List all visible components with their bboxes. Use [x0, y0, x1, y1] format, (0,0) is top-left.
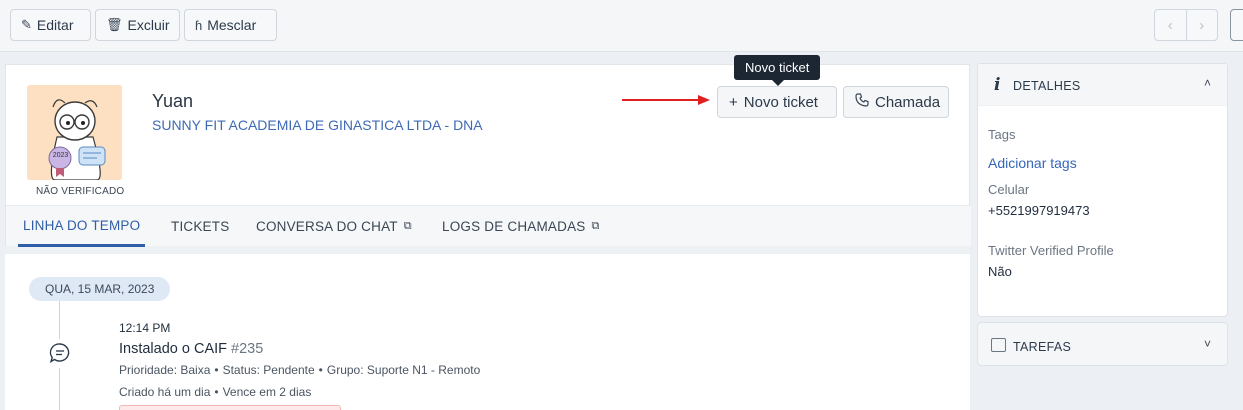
ticket-number: #235 [231, 341, 264, 357]
avatar-illustration [27, 85, 122, 180]
call-label: Chamada [875, 93, 941, 111]
phone-label: Celular [988, 182, 1030, 197]
avatar: 2023 [27, 85, 122, 180]
entry-time: 12:14 PM [119, 321, 171, 335]
tab-call-logs[interactable]: LOGS DE CHAMADAS ⧉ [442, 206, 600, 247]
merge-button[interactable]: ɦ Mesclar [184, 9, 277, 41]
new-ticket-label: Novo ticket [743, 93, 818, 111]
ticket-created: Criado há um dia [119, 385, 211, 399]
new-ticket-button[interactable]: + Novo ticket [717, 86, 837, 118]
phone-icon [855, 93, 869, 111]
tab-chat-label: CONVERSA DO CHAT [256, 219, 398, 234]
chevron-down-icon[interactable]: ˅ [1204, 337, 1211, 351]
tab-tickets-label: TICKETS [171, 219, 230, 234]
call-button[interactable]: Chamada [843, 86, 949, 118]
details-panel: i DETALHES ˄ Tags Adicionar tags Celular… [977, 63, 1228, 317]
contact-card: 2023 NÃO VERIFICADO Yuan SUNNY FIT ACADE… [5, 55, 971, 247]
external-link-icon: ⧉ [403, 220, 412, 232]
tab-timeline[interactable]: LINHA DO TEMPO [18, 206, 146, 247]
ticket-status: Status: Pendente [222, 363, 315, 377]
tags-label: Tags [988, 127, 1016, 142]
edit-icon: ✎ [21, 17, 32, 32]
merge-label: Mesclar [207, 17, 257, 33]
twitter-label: Twitter Verified Profile [988, 243, 1114, 258]
ticket-meta: Prioridade: Baixa • Status: Pendente • Grupo… [119, 363, 481, 377]
new-ticket-tooltip: Novo ticket [734, 55, 821, 86]
edit-button[interactable]: ✎ Editar [10, 9, 91, 41]
panel-toggle-button[interactable] [1230, 9, 1243, 41]
ticket-due: Vence em 2 dias [222, 385, 312, 399]
timeline-line [59, 368, 60, 410]
phone-value: +5521997919473 [988, 203, 1090, 218]
main-panel: 2023 NÃO VERIFICADO Yuan SUNNY FIT ACADE… [5, 55, 971, 410]
ticket-dates: Criado há um dia • Vence em 2 dias [119, 385, 312, 399]
contact-name: Yuan [152, 91, 194, 111]
verification-status: NÃO VERIFICADO [36, 186, 125, 197]
ticket-title: Instalado o CAIF [119, 341, 227, 357]
tasks-title: TAREFAS [1013, 340, 1072, 354]
timeline-line [59, 301, 60, 339]
avatar-badge-text: 2023 [52, 152, 69, 159]
tab-tickets[interactable]: TICKETS [171, 206, 229, 247]
delete-button[interactable]: 🗑 Excluir [95, 9, 180, 41]
tab-timeline-label: LINHA DO TEMPO [23, 217, 141, 233]
external-link-icon: ⧉ [591, 220, 600, 232]
twitter-value: Não [988, 264, 1012, 279]
details-title: DETALHES [1013, 79, 1081, 93]
merge-icon: ɦ [195, 17, 203, 33]
prev-button[interactable]: ‹ [1155, 10, 1186, 40]
calendar-icon [991, 338, 1006, 352]
timeline-date: QUA, 15 MAR, 2023 [29, 277, 171, 301]
top-toolbar: ✎ Editar 🗑 Excluir ɦ Mesclar ‹ › [0, 0, 1243, 52]
info-icon: i [994, 75, 1001, 95]
ticket-group: Grupo: Suporte N1 - Remoto [326, 363, 481, 377]
edit-label: Editar [36, 17, 74, 33]
plus-icon: + [729, 93, 738, 111]
chevron-up-icon[interactable]: ˄ [1204, 76, 1211, 90]
trash-icon: 🗑 [106, 17, 123, 32]
delete-label: Excluir [127, 17, 170, 33]
ticket-priority: Prioridade: Baixa [119, 363, 211, 377]
pager: ‹ › [1154, 9, 1218, 41]
ticket-message-preview [119, 405, 341, 410]
ticket-title-link[interactable]: Instalado o CAIF #235 [119, 341, 263, 357]
tab-chat-conversation[interactable]: CONVERSA DO CHAT ⧉ [256, 206, 412, 247]
next-button[interactable]: › [1185, 10, 1218, 40]
tab-call-logs-label: LOGS DE CHAMADAS [442, 219, 586, 234]
organization-link[interactable]: SUNNY FIT ACADEMIA DE GINASTICA LTDA - D… [152, 117, 483, 133]
red-arrow-annotation [622, 95, 710, 105]
details-header[interactable]: i DETALHES ˄ [978, 64, 1227, 106]
chat-icon [49, 343, 70, 363]
timeline: QUA, 15 MAR, 2023 12:14 PM Instalado o C… [5, 254, 970, 410]
add-tags-link[interactable]: Adicionar tags [988, 155, 1077, 171]
tasks-panel-header[interactable]: TAREFAS ˅ [977, 322, 1228, 366]
tab-bar: LINHA DO TEMPO TICKETS CONVERSA DO CHAT … [6, 205, 971, 247]
